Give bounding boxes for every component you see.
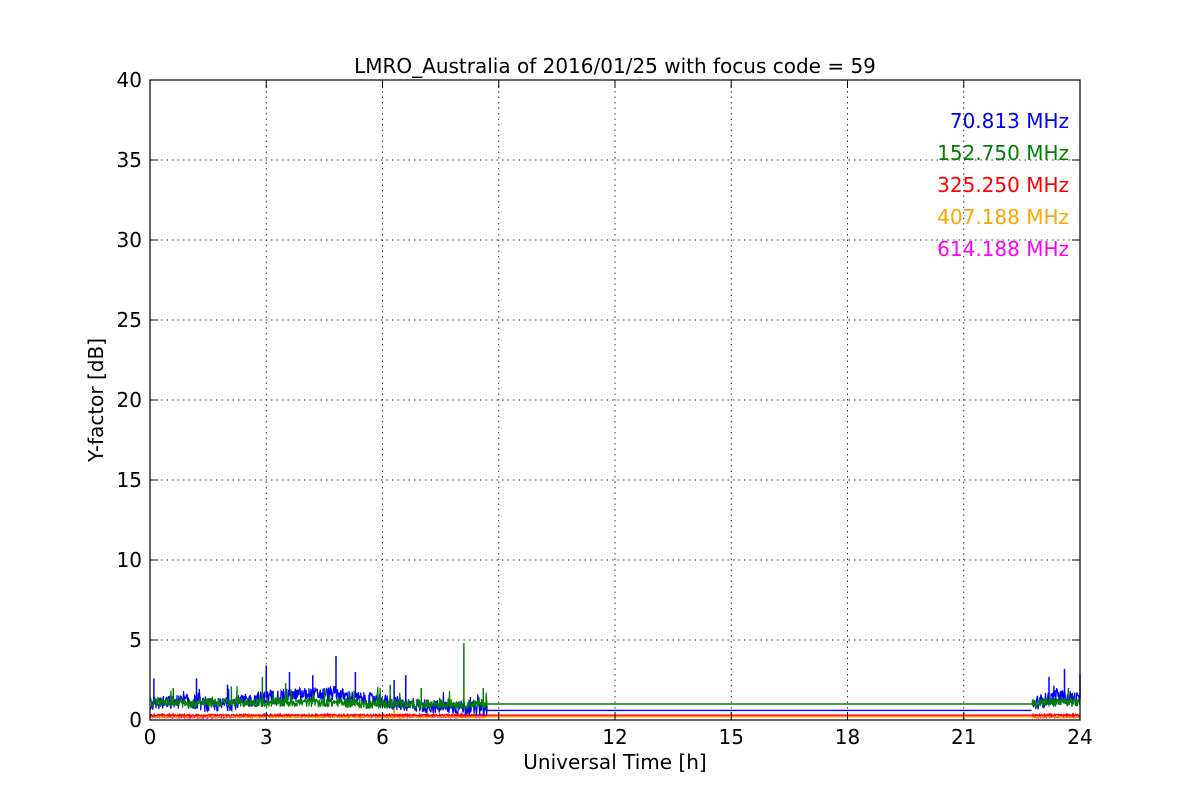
y-tick-label: 25 — [117, 308, 142, 332]
y-axis-label: Y-factor [dB] — [84, 338, 108, 463]
series-line — [1031, 712, 1081, 719]
legend-entry: 325.250 MHz — [937, 173, 1069, 197]
x-tick-label: 9 — [492, 725, 505, 749]
y-tick-label: 40 — [117, 68, 142, 92]
chart: LMRO_Australia of 2016/01/25 with focus … — [84, 54, 1093, 774]
y-tick-label: 5 — [129, 628, 142, 652]
y-tick-label: 15 — [117, 468, 142, 492]
y-tick-label: 0 — [129, 708, 142, 732]
legend-entry: 407.188 MHz — [937, 205, 1069, 229]
x-tick-label: 24 — [1067, 725, 1092, 749]
y-tick-label: 30 — [117, 228, 142, 252]
x-tick-label: 21 — [951, 725, 976, 749]
x-tick-label: 3 — [260, 725, 273, 749]
y-tick-label: 10 — [117, 548, 142, 572]
axis-ticks: 0 3 6 9 12 15 18 21 24 0 5 10 15 20 25 30 35 40 — [117, 68, 1093, 749]
y-tick-label: 20 — [117, 388, 142, 412]
x-tick-label: 12 — [602, 725, 627, 749]
x-tick-label: 0 — [144, 725, 157, 749]
chart-title: LMRO_Australia of 2016/01/25 with focus … — [354, 54, 876, 78]
x-tick-label: 15 — [719, 725, 744, 749]
legend-entry: 614.188 MHz — [937, 237, 1069, 261]
y-tick-label: 35 — [117, 148, 142, 172]
x-axis-label: Universal Time [h] — [523, 750, 706, 774]
x-tick-label: 6 — [376, 725, 389, 749]
legend: 70.813 MHz 152.750 MHz 325.250 MHz 407.188 … — [937, 109, 1069, 261]
legend-entry: 70.813 MHz — [950, 109, 1069, 133]
legend-entry: 152.750 MHz — [937, 141, 1069, 165]
x-tick-label: 18 — [835, 725, 860, 749]
